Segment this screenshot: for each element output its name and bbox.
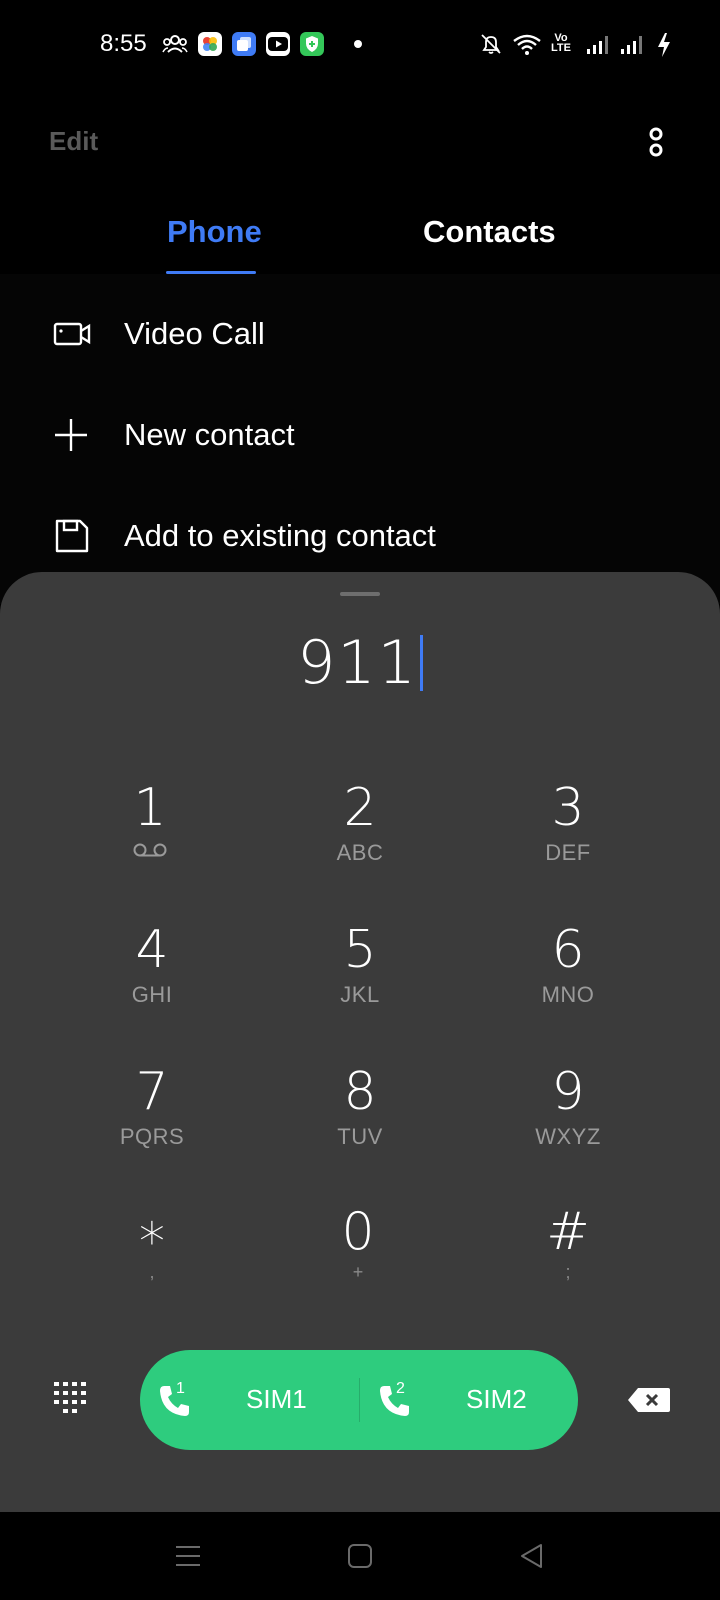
new-contact-label: New contact bbox=[124, 417, 295, 452]
youtube-icon bbox=[266, 32, 290, 56]
key-letters: JKL bbox=[340, 982, 380, 1007]
edit-button[interactable]: Edit bbox=[49, 126, 98, 157]
tab-contacts[interactable]: Contacts bbox=[423, 214, 556, 250]
key-digit: 0 bbox=[341, 1202, 375, 1262]
key-letters: PQRS bbox=[119, 1124, 185, 1149]
dialed-number-field[interactable]: 911 bbox=[0, 628, 720, 698]
add-to-existing-contact-label: Add to existing contact bbox=[124, 518, 436, 553]
key-digit: 4 bbox=[135, 920, 169, 980]
video-call-icon bbox=[53, 322, 91, 346]
signal-icon bbox=[587, 36, 608, 54]
more-vertical-icon[interactable] bbox=[640, 124, 672, 160]
key-digit: 2 bbox=[343, 778, 377, 838]
shield-app-icon bbox=[300, 32, 324, 56]
key-8[interactable]: 8 TUV bbox=[270, 1062, 450, 1182]
key-digit: ∗ bbox=[135, 1202, 169, 1262]
key-letters: GHI bbox=[131, 982, 173, 1007]
video-call-option[interactable]: Video Call bbox=[0, 284, 720, 384]
mute-icon bbox=[481, 34, 501, 54]
wifi-icon bbox=[513, 34, 541, 55]
tab-phone[interactable]: Phone bbox=[167, 214, 262, 250]
dialed-number: 911 bbox=[297, 628, 418, 698]
volte-icon: Vo LTE bbox=[551, 32, 571, 54]
backspace-icon[interactable] bbox=[626, 1386, 672, 1414]
tabs-app-icon bbox=[232, 32, 256, 56]
add-to-existing-contact-option[interactable]: Add to existing contact bbox=[0, 486, 720, 586]
key-digit: 6 bbox=[551, 920, 585, 980]
call-sim2-button[interactable]: 2 SIM2 bbox=[360, 1350, 578, 1450]
home-icon[interactable] bbox=[344, 1540, 376, 1572]
key-0[interactable]: 0 + bbox=[268, 1202, 448, 1322]
key-2[interactable]: 2 ABC bbox=[270, 778, 450, 898]
key-letters: WXYZ bbox=[535, 1124, 601, 1149]
key-5[interactable]: 5 JKL bbox=[270, 920, 450, 1040]
key-letters: DEF bbox=[545, 840, 591, 865]
key-letters: ABC bbox=[336, 840, 384, 865]
system-nav-bar bbox=[0, 1512, 720, 1600]
key-7[interactable]: 7 PQRS bbox=[62, 1062, 242, 1182]
notification-dot bbox=[354, 40, 362, 48]
key-hash[interactable]: # ; bbox=[478, 1202, 658, 1322]
key-star[interactable]: ∗ , bbox=[62, 1202, 242, 1322]
charging-icon bbox=[658, 33, 670, 57]
key-letters: TUV bbox=[337, 1124, 383, 1149]
key-digit: 8 bbox=[343, 1062, 377, 1122]
key-6[interactable]: 6 MNO bbox=[478, 920, 658, 1040]
dialpad-toggle-icon[interactable] bbox=[52, 1380, 88, 1416]
key-symbol: ; bbox=[565, 1262, 571, 1282]
key-4[interactable]: 4 GHI bbox=[62, 920, 242, 1040]
dial-options-list: Video Call New contact Add to existing c… bbox=[0, 274, 720, 604]
phone-icon bbox=[380, 1386, 409, 1416]
key-digit: 5 bbox=[343, 920, 377, 980]
text-cursor bbox=[419, 635, 423, 691]
key-digit: 9 bbox=[551, 1062, 585, 1122]
voicemail-icon bbox=[133, 843, 167, 857]
key-3[interactable]: 3 DEF bbox=[478, 778, 658, 898]
video-call-label: Video Call bbox=[124, 316, 265, 351]
call-button-group: 1 SIM1 2 SIM2 bbox=[140, 1350, 578, 1450]
recents-menu-icon[interactable] bbox=[172, 1540, 204, 1572]
new-contact-option[interactable]: New contact bbox=[0, 385, 720, 485]
key-digit: 1 bbox=[133, 778, 167, 838]
photos-app-icon bbox=[198, 32, 222, 56]
status-bar: 8:55 Vo LTE bbox=[0, 0, 720, 90]
call-sim1-button[interactable]: 1 SIM1 bbox=[140, 1350, 358, 1450]
dialpad-sheet: 911 1 2 ABC 3 DEF 4 GHI 5 JKL 6 MNO 7 PQ… bbox=[0, 572, 720, 1512]
signal-icon bbox=[621, 36, 642, 54]
sim1-label: SIM1 bbox=[246, 1384, 307, 1414]
status-time: 8:55 bbox=[100, 30, 147, 57]
tab-bar: Phone Contacts bbox=[0, 200, 720, 274]
key-9[interactable]: 9 WXYZ bbox=[478, 1062, 658, 1182]
back-icon[interactable] bbox=[516, 1540, 548, 1572]
sim1-number: 1 bbox=[176, 1380, 185, 1397]
group-icon bbox=[162, 35, 188, 53]
key-symbol: , bbox=[149, 1262, 155, 1282]
key-digit: 3 bbox=[551, 778, 585, 838]
plus-icon bbox=[55, 419, 87, 451]
key-digit: # bbox=[546, 1202, 590, 1262]
key-symbol: + bbox=[352, 1262, 364, 1282]
save-icon bbox=[55, 519, 89, 553]
key-digit: 7 bbox=[135, 1062, 169, 1122]
sim2-label: SIM2 bbox=[466, 1384, 527, 1414]
phone-icon bbox=[160, 1386, 189, 1416]
sim2-number: 2 bbox=[396, 1380, 405, 1397]
key-letters: MNO bbox=[541, 982, 595, 1007]
sheet-drag-handle[interactable] bbox=[340, 592, 380, 596]
dialer-actions: 1 SIM1 2 SIM2 bbox=[0, 1350, 720, 1450]
key-1[interactable]: 1 bbox=[60, 778, 240, 898]
